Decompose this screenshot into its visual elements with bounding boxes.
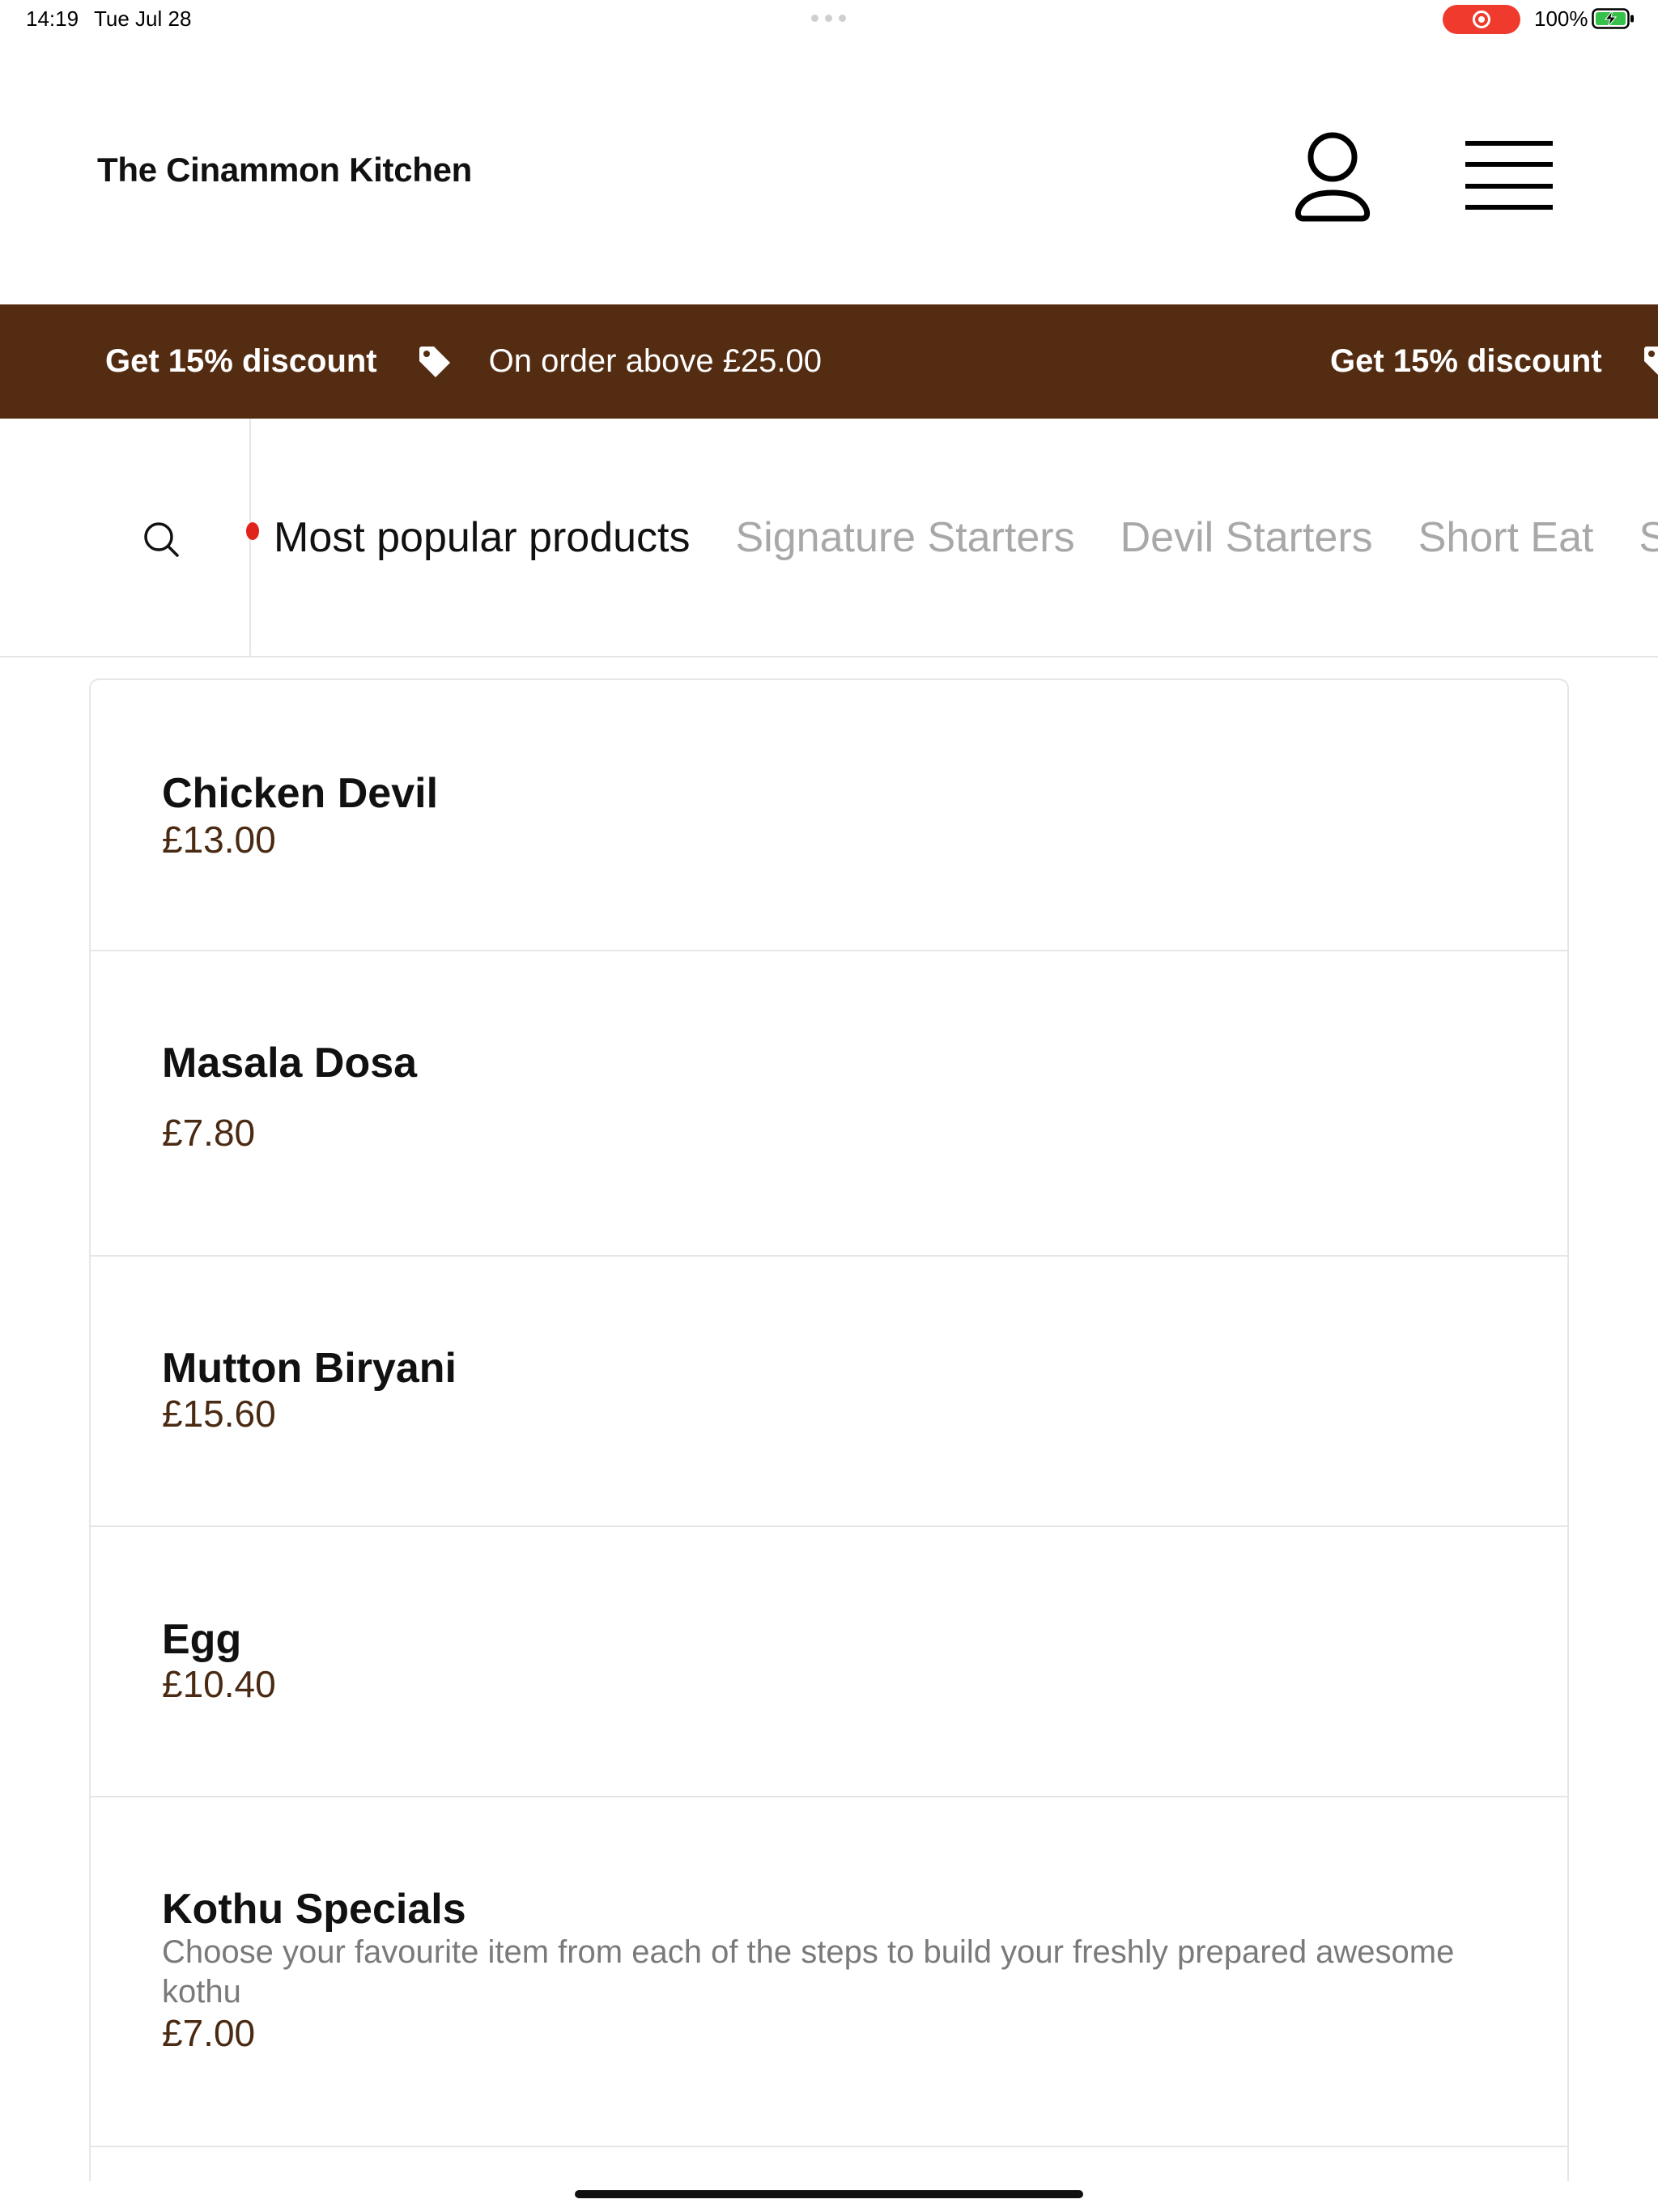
category-short-eat[interactable]: Short Eat (1418, 513, 1594, 562)
status-bar: 14:19 Tue Jul 28 100% (0, 0, 1658, 39)
battery-percentage: 100% (1534, 6, 1588, 31)
category-devil-starters[interactable]: Devil Starters (1120, 513, 1373, 562)
product-name: Egg (162, 1616, 242, 1663)
product-card-partial[interactable] (91, 2147, 1567, 2181)
product-description: Choose your favourite item from each of … (162, 1934, 1455, 2010)
product-card-masala-dosa[interactable]: Masala Dosa £7.80 (91, 951, 1567, 1257)
product-list: Chicken Devil £13.00 Masala Dosa £7.80 M… (89, 678, 1569, 2181)
price-tag-icon (419, 346, 450, 377)
search-icon (144, 522, 179, 557)
category-signature-starters[interactable]: Signature Starters (736, 513, 1075, 562)
status-date: Tue Jul 28 (94, 6, 192, 31)
promo-title: Get 15% discount (105, 343, 377, 379)
page: 14:19 Tue Jul 28 100% The Cinammon Kitch… (0, 0, 1658, 2212)
restaurant-name[interactable]: The Cinammon Kitchen (97, 151, 472, 189)
screen-recording-icon[interactable] (1443, 5, 1520, 34)
product-card-egg[interactable]: Egg £10.40 (91, 1527, 1567, 1797)
promo-track: Get 15% discount On order above £25.00 G… (0, 304, 1658, 419)
promo-banner: Get 15% discount On order above £25.00 G… (0, 304, 1658, 419)
product-name: Masala Dosa (162, 1040, 418, 1087)
promo-title: Get 15% discount (1330, 343, 1602, 379)
product-name: Mutton Biryani (162, 1345, 457, 1392)
product-price: £7.80 (162, 1112, 256, 1154)
product-card-mutton-biryani[interactable]: Mutton Biryani £15.60 (91, 1257, 1567, 1527)
multitasking-dots-icon[interactable] (811, 15, 846, 22)
price-tag-icon (1643, 346, 1658, 375)
home-indicator[interactable] (575, 2190, 1083, 2198)
category-next[interactable]: S (1639, 513, 1658, 562)
battery-charging-icon (1592, 8, 1634, 29)
product-price: £10.40 (162, 1663, 276, 1705)
product-card-chicken-devil[interactable]: Chicken Devil £13.00 (91, 680, 1567, 951)
header: The Cinammon Kitchen (0, 39, 1658, 304)
product-price: £15.60 (162, 1393, 276, 1435)
active-category-indicator (246, 521, 259, 540)
category-list: Most popular products Signature Starters… (246, 419, 1658, 656)
product-price: £7.00 (162, 2012, 256, 2054)
hamburger-menu-icon[interactable] (1465, 136, 1553, 215)
category-nav: Most popular products Signature Starters… (0, 419, 1658, 657)
search-button[interactable] (0, 419, 251, 656)
category-most-popular[interactable]: Most popular products (274, 513, 691, 562)
user-icon[interactable] (1292, 128, 1373, 225)
product-card-kothu-specials[interactable]: Kothu Specials Choose your favourite ite… (91, 1797, 1567, 2147)
product-name: Chicken Devil (162, 770, 439, 817)
promo-subtitle: On order above £25.00 (488, 343, 823, 379)
status-time: 14:19 (26, 6, 79, 31)
product-name: Kothu Specials (162, 1886, 466, 1933)
product-price: £13.00 (162, 819, 276, 861)
